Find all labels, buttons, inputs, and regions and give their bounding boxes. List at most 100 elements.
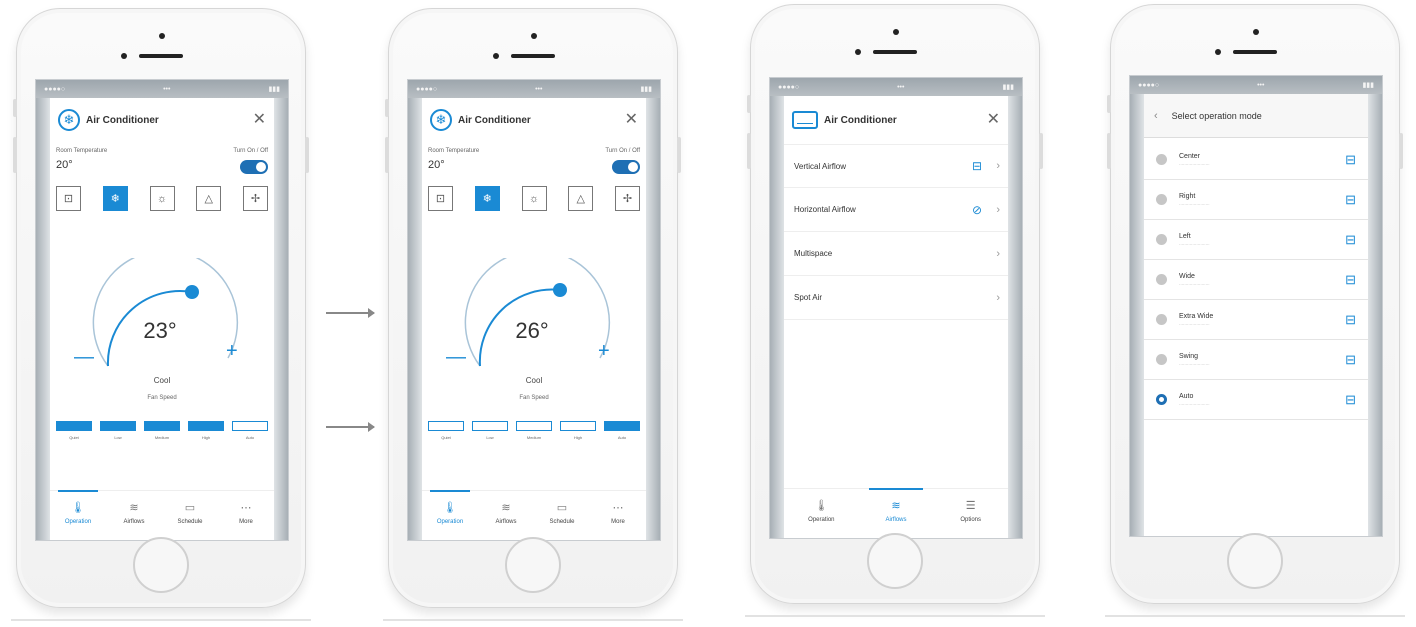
backdrop-left	[408, 98, 422, 540]
tab-operation[interactable]: 🌡 Operation	[784, 489, 859, 538]
ac-control-card: ❄ Air Conditioner ✕ Room Temperature Tur…	[50, 98, 274, 540]
backdrop-left	[770, 96, 784, 538]
heat-mode-icon[interactable]: ☼	[521, 186, 547, 211]
menu-horizontal-airflow[interactable]: Horizontal Airflow ⊘ ›	[784, 188, 1008, 232]
tab-more[interactable]: ⋯ More	[218, 491, 274, 540]
dry-mode-icon[interactable]: △	[568, 186, 594, 211]
sensor	[1215, 49, 1221, 55]
mode-option-extra-wide[interactable]: Extra Wide ······················· ⊟	[1144, 300, 1368, 340]
tab-operation[interactable]: 🌡 Operation	[422, 490, 478, 540]
radio-button[interactable]	[1156, 194, 1167, 205]
power-toggle[interactable]	[240, 160, 268, 174]
fan-speed-auto[interactable]: Auto	[604, 421, 640, 440]
fan-speed-medium[interactable]: Medium	[144, 421, 180, 440]
fan-speed-low[interactable]: Low	[472, 421, 508, 440]
phone-3: ●●●●○ ••• ▮▮▮ Air Conditioner ✕ Vertical A…	[745, 4, 1045, 617]
radio-button-selected[interactable]	[1156, 394, 1167, 405]
mode-option-right[interactable]: Right ······················· ⊟	[1144, 180, 1368, 220]
thermometer-icon: 🌡	[71, 502, 85, 514]
fan-speed-medium[interactable]: Medium	[516, 421, 552, 440]
home-button[interactable]	[505, 537, 561, 593]
volume-up-button	[747, 133, 751, 169]
tab-airflows[interactable]: ≋ Airflows	[478, 491, 534, 540]
close-icon[interactable]: ✕	[625, 112, 638, 128]
increase-temp-button[interactable]: +	[226, 340, 238, 363]
fan-speed-quiet[interactable]: Quiet	[428, 421, 464, 440]
status-bar: ●●●●○ ••• ▮▮▮	[770, 78, 1022, 96]
auto-mode-icon[interactable]: ⊡	[56, 186, 81, 211]
fan-mode-icon[interactable]: ✢	[615, 186, 640, 211]
phone-4: ●●●●○ ••• ▮▮▮ ‹ Select operation mode Cent…	[1105, 4, 1405, 617]
card-header: ❄ Air Conditioner ✕	[422, 106, 646, 134]
decrease-temp-button[interactable]: —	[446, 346, 466, 369]
card-title: Air Conditioner	[86, 114, 159, 126]
tab-operation[interactable]: 🌡 Operation	[50, 490, 106, 540]
home-button[interactable]	[133, 537, 189, 593]
radio-button[interactable]	[1156, 354, 1167, 365]
mode-option-left[interactable]: Left ······················· ⊟	[1144, 220, 1368, 260]
close-icon[interactable]: ✕	[987, 112, 1000, 128]
operation-mode-card: ‹ Select operation mode Center ··········…	[1144, 94, 1368, 536]
thermometer-icon: 🌡	[814, 500, 829, 512]
room-temp-value: 20°	[428, 159, 445, 171]
tab-airflows[interactable]: ≋ Airflows	[859, 488, 934, 538]
tab-schedule[interactable]: ▭ Schedule	[534, 491, 590, 540]
menu-vertical-airflow[interactable]: Vertical Airflow ⊟ ›	[784, 144, 1008, 188]
decrease-temp-button[interactable]: —	[74, 346, 94, 369]
heat-mode-icon[interactable]: ☼	[149, 186, 175, 211]
chevron-right-icon: ›	[996, 160, 1000, 172]
earpiece-speaker	[1233, 50, 1277, 54]
card-header: ❄ Air Conditioner ✕	[50, 106, 274, 134]
screen-1: ●●●●○ ••• ▮▮▮ ❄ Air Conditioner ✕ Room Tem…	[35, 79, 289, 541]
front-camera	[531, 33, 537, 39]
chevron-right-icon: ›	[996, 203, 1000, 216]
fan-speed-low[interactable]: Low	[100, 421, 136, 440]
mode-option-auto[interactable]: Auto ······················· ⊟	[1144, 380, 1368, 420]
cool-mode-icon[interactable]: ❄	[474, 186, 500, 211]
temperature-dial[interactable]	[452, 258, 612, 378]
phone-shadow	[1105, 615, 1405, 617]
fan-speed-high[interactable]: High	[560, 421, 596, 440]
close-icon[interactable]: ✕	[253, 112, 266, 128]
home-button[interactable]	[867, 533, 923, 589]
tab-options[interactable]: ☰ Options	[933, 489, 1008, 538]
menu-spot-air[interactable]: Spot Air ›	[784, 276, 1008, 320]
fan-speed-high[interactable]: High	[188, 421, 224, 440]
select-mode-header: ‹ Select operation mode	[1144, 94, 1368, 138]
tab-more[interactable]: ⋯ More	[590, 491, 646, 540]
dial-handle[interactable]	[553, 283, 567, 297]
ac-control-card: ❄ Air Conditioner ✕ Room Temperature Tur…	[422, 98, 646, 540]
mode-option-swing[interactable]: Swing ······················· ⊟	[1144, 340, 1368, 380]
radio-button[interactable]	[1156, 274, 1167, 285]
menu-multispace[interactable]: Multispace ›	[784, 232, 1008, 276]
radio-button[interactable]	[1156, 234, 1167, 245]
backdrop-left	[36, 98, 50, 540]
list-icon: ☰	[965, 500, 976, 512]
tab-schedule[interactable]: ▭ Schedule	[162, 491, 218, 540]
fan-speed-auto[interactable]: Auto	[232, 421, 268, 440]
tab-bar: 🌡 Operation ≋ Airflows ☰ Options	[784, 488, 1008, 538]
fan-speed-quiet[interactable]: Quiet	[56, 421, 92, 440]
earpiece-speaker	[139, 54, 183, 58]
dial-handle[interactable]	[185, 285, 199, 299]
mute-switch	[385, 99, 389, 117]
increase-temp-button[interactable]: +	[598, 340, 610, 363]
auto-mode-icon[interactable]: ⊡	[428, 186, 453, 211]
mode-option-wide[interactable]: Wide ······················· ⊟	[1144, 260, 1368, 300]
tab-airflows[interactable]: ≋ Airflows	[106, 491, 162, 540]
power-toggle[interactable]	[612, 160, 640, 174]
back-chevron-icon[interactable]: ‹	[1154, 110, 1158, 122]
phone-shadow	[383, 619, 683, 621]
radio-button[interactable]	[1156, 154, 1167, 165]
fan-mode-icon[interactable]: ✢	[243, 186, 268, 211]
backdrop-right	[274, 98, 288, 540]
mode-option-center[interactable]: Center ······················· ⊟	[1144, 140, 1368, 180]
home-button[interactable]	[1227, 533, 1283, 589]
temperature-dial[interactable]	[80, 258, 240, 378]
status-bar: ●●●●○ ••• ▮▮▮	[36, 80, 288, 98]
dry-mode-icon[interactable]: △	[196, 186, 222, 211]
room-temp-label: Room Temperature	[56, 148, 108, 154]
screen-4: ●●●●○ ••• ▮▮▮ ‹ Select operation mode Cent…	[1129, 75, 1383, 537]
cool-mode-icon[interactable]: ❄	[102, 186, 128, 211]
radio-button[interactable]	[1156, 314, 1167, 325]
